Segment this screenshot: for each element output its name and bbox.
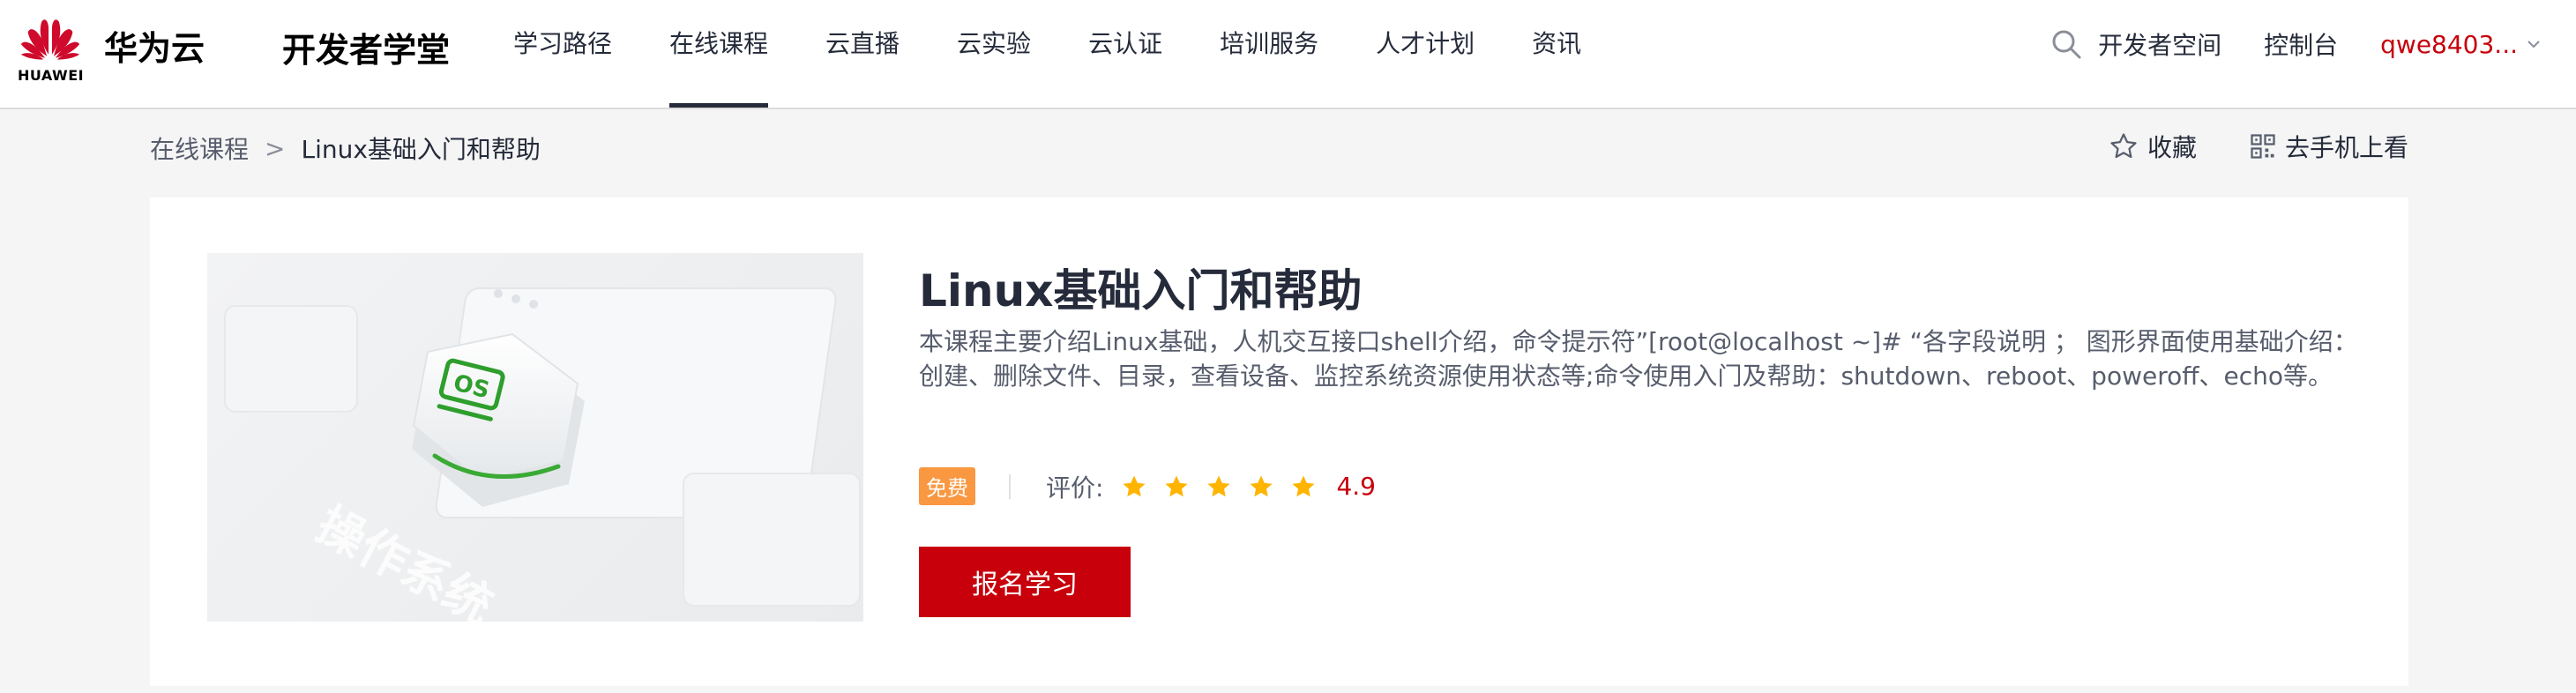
star-icon [1292, 475, 1315, 496]
nav-talent[interactable]: 人才计划 [1376, 0, 1475, 108]
star-icon [1123, 475, 1146, 496]
nav-certification[interactable]: 云认证 [1088, 0, 1162, 108]
mobile-label: 去手机上看 [2284, 133, 2408, 162]
breadcrumb-separator: > [265, 133, 286, 163]
logo-text: HUAWEI [18, 67, 85, 84]
user-nav: 开发者空间 控制台 qwe8403... [2050, 0, 2541, 88]
star-icon [1207, 475, 1230, 496]
star-icon [1250, 475, 1273, 496]
qr-code-icon [2251, 134, 2275, 159]
enroll-button[interactable]: 报名学习 [919, 547, 1131, 617]
rating-label: 评价: [1046, 473, 1104, 503]
star-outline-icon [2110, 133, 2137, 159]
nav-labs[interactable]: 云实验 [957, 0, 1031, 108]
nav-live[interactable]: 云直播 [825, 0, 900, 108]
product-name[interactable]: 开发者学堂 [282, 23, 450, 71]
favorite-label: 收藏 [2147, 133, 2197, 162]
main-nav: 学习路径 在线课程 云直播 云实验 云认证 培训服务 人才计划 资讯 [513, 0, 1639, 108]
rating-value: 4.9 [1336, 472, 1376, 501]
nav-training[interactable]: 培训服务 [1220, 0, 1318, 108]
star-icon [1165, 475, 1188, 496]
course-card: OS 操作系统 Linux基础入门和帮助 本课程主要介绍Linux基础，人机交互… [150, 197, 2408, 686]
breadcrumb-parent[interactable]: 在线课程 [150, 130, 249, 166]
favorite-button[interactable]: 收藏 [2109, 129, 2197, 164]
breadcrumb-current: Linux基础入门和帮助 [301, 135, 541, 164]
course-meta: 免费 评价: 4.9 [919, 467, 1376, 505]
free-badge: 免费 [919, 467, 975, 505]
cover-illustration: OS 操作系统 [224, 287, 861, 622]
user-menu[interactable]: qwe8403... [2380, 30, 2541, 59]
course-title: Linux基础入门和帮助 [919, 265, 1363, 317]
username: qwe8403... [2380, 29, 2518, 59]
console-link[interactable]: 控制台 [2264, 26, 2338, 62]
meta-divider [1009, 473, 1011, 499]
course-cover-image: OS 操作系统 [207, 253, 863, 622]
course-description: 本课程主要介绍Linux基础，人机交互接口shell介绍，命令提示符”[root… [919, 327, 2358, 391]
chevron-down-icon [2527, 41, 2540, 48]
top-navigation-bar: HUAWEI 华为云 开发者学堂 学习路径 在线课程 云直播 云实验 云认证 培… [0, 0, 2576, 109]
search-icon[interactable] [2050, 28, 2082, 60]
rating-stars [1121, 473, 1333, 500]
view-on-mobile-button[interactable]: 去手机上看 [2250, 129, 2408, 164]
breadcrumb: 在线课程 > Linux基础入门和帮助 [150, 130, 541, 166]
nav-learning-path[interactable]: 学习路径 [513, 0, 612, 108]
nav-news[interactable]: 资讯 [1532, 0, 1581, 108]
page-actions: 收藏 去手机上看 [2056, 129, 2408, 164]
brand-name[interactable]: 华为云 [104, 21, 205, 70]
developer-space-link[interactable]: 开发者空间 [2098, 26, 2221, 62]
nav-online-courses[interactable]: 在线课程 [669, 0, 769, 108]
